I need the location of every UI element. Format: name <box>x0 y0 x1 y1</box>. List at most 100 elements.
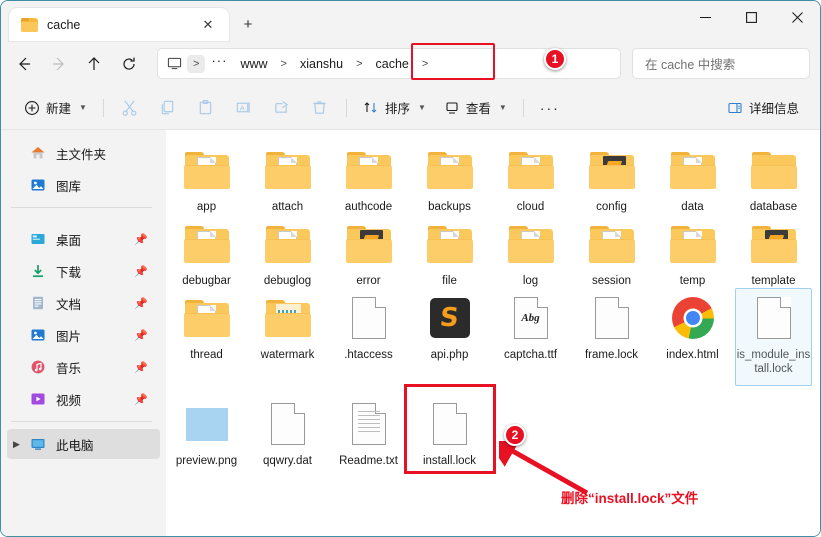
breadcrumb-overflow[interactable]: ··· <box>205 53 233 74</box>
refresh-button[interactable] <box>112 48 145 79</box>
cut-button[interactable] <box>111 93 149 123</box>
file-item-is-module-install-lock[interactable]: is_module_install.lock <box>733 288 814 386</box>
close-tab-icon[interactable]: ✕ <box>195 12 221 38</box>
file-item-debugbar[interactable]: debugbar <box>166 214 247 288</box>
file-item-backups[interactable]: backups <box>409 140 490 214</box>
file-name: authcode <box>344 201 393 213</box>
chevron-right-icon[interactable]: ▶ <box>13 439 20 450</box>
search-placeholder: 在 cache 中搜索 <box>645 58 736 72</box>
pin-icon[interactable]: 📌 <box>134 329 148 342</box>
file-item-attach[interactable]: attach <box>247 140 328 214</box>
sidebar-item-home[interactable]: 主文件夹 <box>7 138 160 168</box>
breadcrumb-sep-1[interactable]: > <box>187 54 206 73</box>
this-pc-icon[interactable] <box>162 53 187 74</box>
file-item-index-html[interactable]: index.html <box>652 288 733 376</box>
file-item-frame-lock[interactable]: frame.lock <box>571 288 652 376</box>
divider <box>102 98 104 117</box>
sort-button[interactable]: 排序 ▼ <box>354 93 435 123</box>
file-item-config[interactable]: config <box>571 140 652 214</box>
sidebar-item-gallery[interactable]: 图库 <box>7 170 160 200</box>
search-input[interactable]: 在 cache 中搜索 <box>632 48 810 79</box>
share-button[interactable] <box>263 93 301 123</box>
more-options-button[interactable]: ··· <box>531 93 569 123</box>
file-item-readme-txt[interactable]: Readme.txt <box>328 394 409 468</box>
folder-icon <box>669 146 717 194</box>
pin-icon[interactable]: 📌 <box>134 297 148 310</box>
file-item-preview-png[interactable]: preview.png <box>166 394 247 468</box>
breadcrumb-www[interactable]: www <box>233 54 274 74</box>
breadcrumb-sep-2[interactable]: > <box>275 55 293 73</box>
file-item-captcha-ttf[interactable]: Abg captcha.ttf <box>490 288 571 376</box>
tab-cache[interactable]: cache ✕ <box>9 8 229 41</box>
breadcrumb-sep-4[interactable]: > <box>416 55 434 73</box>
command-bar: 新建 ▼ A 排序 ▼ 查看 ▼ ··· 详细信息 <box>1 86 820 130</box>
view-button[interactable]: 查看 ▼ <box>435 93 516 123</box>
folder-icon <box>264 220 312 268</box>
maximize-icon[interactable] <box>728 1 774 34</box>
pin-icon[interactable]: 📌 <box>134 265 148 278</box>
sidebar-item-videos[interactable]: 视频 📌 <box>7 384 160 414</box>
file-item-database[interactable]: database <box>733 140 814 214</box>
chevron-down-icon[interactable]: ▼ <box>79 103 87 112</box>
navigation-bar: > ··· www > xianshu > cache > 在 cache 中搜… <box>1 41 820 86</box>
file-name: backups <box>428 201 471 213</box>
sidebar-item-music[interactable]: 音乐 📌 <box>7 352 160 382</box>
file-name: attach <box>271 201 304 213</box>
file-item-cloud[interactable]: cloud <box>490 140 571 214</box>
file-item-debuglog[interactable]: debuglog <box>247 214 328 288</box>
folder-icon <box>507 146 555 194</box>
file-item-authcode[interactable]: authcode <box>328 140 409 214</box>
folder-icon <box>183 294 231 342</box>
breadcrumb-sep-3[interactable]: > <box>350 55 368 73</box>
file-item-template[interactable]: template <box>733 214 814 288</box>
file-name: debuglog <box>263 275 312 287</box>
new-button-label: 新建 <box>46 102 72 116</box>
file-item-temp[interactable]: temp <box>652 214 733 288</box>
chevron-down-icon[interactable]: ▼ <box>499 103 507 112</box>
file-item-file[interactable]: file <box>409 214 490 288</box>
pin-icon[interactable]: 📌 <box>134 361 148 374</box>
file-item-api-php[interactable]: S api.php <box>409 288 490 376</box>
file-item-log[interactable]: log <box>490 214 571 288</box>
file-icon <box>264 400 312 448</box>
pin-icon[interactable]: 📌 <box>134 393 148 406</box>
file-grid[interactable]: app attach authcode backups cloud config… <box>166 130 820 536</box>
folder-icon <box>588 146 636 194</box>
file-item-data[interactable]: data <box>652 140 733 214</box>
file-icon <box>345 294 393 342</box>
new-button[interactable]: 新建 ▼ <box>15 93 96 123</box>
file-item-session[interactable]: session <box>571 214 652 288</box>
up-button[interactable] <box>77 48 110 79</box>
forward-button[interactable] <box>42 48 75 79</box>
minimize-icon[interactable] <box>682 1 728 34</box>
copy-button[interactable] <box>149 93 187 123</box>
chevron-down-icon[interactable]: ▼ <box>418 103 426 112</box>
desktop-icon <box>29 230 47 248</box>
file-item-error[interactable]: error <box>328 214 409 288</box>
new-tab-icon[interactable]: + <box>235 11 261 37</box>
details-pane-button[interactable]: 详细信息 <box>718 93 808 123</box>
file-item-app[interactable]: app <box>166 140 247 214</box>
sidebar-item-this-pc[interactable]: ▶ 此电脑 <box>7 429 160 459</box>
delete-button[interactable] <box>301 93 339 123</box>
sidebar-item-documents[interactable]: 文档 📌 <box>7 288 160 318</box>
close-icon[interactable] <box>774 1 820 34</box>
sidebar-item-desktop[interactable]: 桌面 📌 <box>7 224 160 254</box>
file-item-qqwry-dat[interactable]: qqwry.dat <box>247 394 328 468</box>
sidebar-item-downloads[interactable]: 下载 📌 <box>7 256 160 286</box>
file-item-htaccess[interactable]: .htaccess <box>328 288 409 376</box>
font-file-icon: Abg <box>507 294 555 342</box>
sidebar-item-label: 视频 <box>56 393 82 408</box>
file-item-thread[interactable]: thread <box>166 288 247 376</box>
file-name: error <box>356 275 381 287</box>
breadcrumb-xianshu[interactable]: xianshu <box>293 54 350 74</box>
rename-button[interactable]: A <box>225 93 263 123</box>
paste-button[interactable] <box>187 93 225 123</box>
file-name: Readme.txt <box>339 455 398 467</box>
back-button[interactable] <box>7 48 40 79</box>
file-name: database <box>749 201 798 213</box>
breadcrumb-cache[interactable]: cache <box>369 54 416 74</box>
pin-icon[interactable]: 📌 <box>134 233 148 246</box>
sidebar-item-pictures[interactable]: 图片 📌 <box>7 320 160 350</box>
file-item-watermark[interactable]: watermark <box>247 288 328 376</box>
